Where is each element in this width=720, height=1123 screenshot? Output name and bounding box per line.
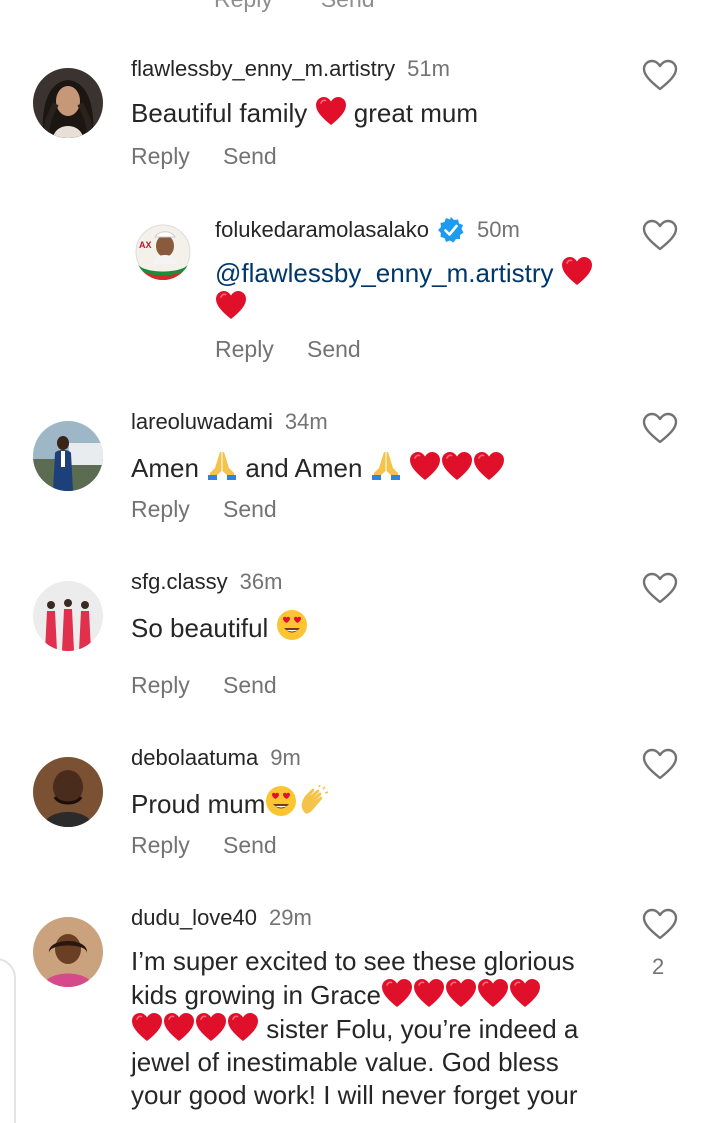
edge-panel-handle[interactable]	[0, 958, 16, 1123]
heart-outline-icon[interactable]	[642, 572, 678, 604]
comment-text-part: kids growing in Grace	[131, 980, 381, 1010]
comment-line: your good work! I will never forget your	[131, 1080, 578, 1110]
comment-line: kids growing in Grace	[131, 978, 631, 1012]
comment-actions: Reply Send	[131, 496, 277, 523]
reply-button[interactable]: Reply	[131, 832, 223, 859]
red-heart-emoji	[445, 978, 477, 1008]
reply-button[interactable]: Reply	[131, 672, 223, 699]
red-heart-emoji	[227, 1012, 259, 1042]
send-button[interactable]: Send	[307, 336, 361, 363]
heart-outline-icon[interactable]	[642, 412, 678, 444]
comment-actions: Reply Send	[131, 672, 277, 699]
username[interactable]: debolaatuma	[131, 745, 258, 771]
avatar[interactable]	[33, 757, 103, 827]
red-heart-emoji	[561, 256, 593, 286]
heart-outline-icon[interactable]	[642, 748, 678, 780]
username[interactable]: dudu_love40	[131, 905, 257, 931]
timestamp: 9m	[270, 745, 301, 770]
send-button[interactable]: Send	[223, 143, 277, 170]
red-heart-emoji	[409, 451, 441, 481]
avatar[interactable]	[33, 68, 103, 138]
timestamp: 36m	[239, 569, 283, 594]
heart-eyes-emoji	[276, 609, 308, 641]
comment-header: sfg.classy 36m	[131, 569, 282, 595]
verified-badge-icon	[438, 217, 464, 243]
comment-text: @flawlessby_enny_m.artistry	[215, 256, 635, 324]
avatar[interactable]	[33, 421, 103, 491]
comment-header: dudu_love40 29m	[131, 905, 312, 931]
comment-text-part: Beautiful family	[131, 98, 315, 128]
reply-button[interactable]: Reply	[214, 0, 273, 12]
comment-text-part: Proud mum	[131, 789, 266, 819]
heart-outline-icon[interactable]	[642, 908, 678, 940]
red-heart-emoji	[509, 978, 541, 1008]
comment-line: I’m super excited to see these glorious	[131, 946, 575, 976]
clapping-hands-emoji	[297, 785, 329, 817]
red-heart-emoji	[473, 451, 505, 481]
username[interactable]: flawlessby_enny_m.artistry	[131, 56, 395, 82]
timestamp: 51m	[407, 56, 450, 81]
send-button[interactable]: Send	[321, 0, 375, 12]
like-count: 2	[652, 954, 665, 979]
timestamp: 29m	[269, 905, 312, 930]
red-heart-emoji	[315, 96, 347, 126]
comment-text-part: great mum	[346, 98, 479, 128]
timestamp: 34m	[284, 409, 328, 434]
comment-actions: Reply Send	[215, 336, 361, 363]
avatar[interactable]: AX	[135, 224, 191, 280]
heart-outline-icon[interactable]	[642, 59, 678, 91]
comment-text: Proud mum	[131, 785, 329, 821]
comment-header: lareoluwadami 34m	[131, 409, 328, 435]
red-heart-emoji	[215, 290, 247, 320]
comment-header: debolaatuma 9m	[131, 745, 301, 771]
comment-text: So beautiful	[131, 609, 308, 645]
avatar[interactable]	[33, 917, 103, 987]
reply-button[interactable]: Reply	[131, 496, 223, 523]
comment-text: Amen and Amen	[131, 449, 505, 485]
red-heart-emoji	[195, 1012, 227, 1042]
previous-comment-actions: Reply Send	[214, 0, 423, 13]
reply-button[interactable]: Reply	[131, 143, 223, 170]
heart-eyes-emoji	[265, 785, 297, 817]
svg-text:AX: AX	[139, 240, 152, 250]
red-heart-emoji	[477, 978, 509, 1008]
folded-hands-emoji	[370, 449, 402, 481]
send-button[interactable]: Send	[223, 672, 277, 699]
comment-text-part: Amen	[131, 453, 207, 483]
comments-screen: ReplySend	[0, 0, 720, 1123]
folded-hands-emoji	[206, 449, 238, 481]
comment-text-part: sister Folu, you’re indeed a	[259, 1014, 579, 1044]
comment-header: flawlessby_enny_m.artistry 51m	[131, 56, 450, 82]
avatar[interactable]	[33, 581, 103, 651]
username[interactable]: folukedaramolasalako	[215, 217, 429, 243]
red-heart-emoji	[131, 1012, 163, 1042]
red-heart-emoji	[413, 978, 445, 1008]
comment-header: folukedaramolasalako 50m	[215, 216, 520, 244]
comment-actions: Reply Send	[131, 832, 277, 859]
comment-text: Beautiful family great mum	[131, 96, 478, 130]
heart-outline-icon[interactable]	[642, 219, 678, 251]
comment-line: jewel of inestimable value. God bless	[131, 1047, 559, 1077]
username[interactable]: sfg.classy	[131, 569, 228, 595]
comment-text: I’m super excited to see these glorious …	[131, 945, 631, 1112]
send-button[interactable]: Send	[223, 496, 277, 523]
username[interactable]: lareoluwadami	[131, 409, 273, 435]
comment-actions: Reply Send	[131, 143, 277, 170]
comment-line: sister Folu, you’re indeed a	[131, 1012, 631, 1046]
reply-button[interactable]: Reply	[215, 336, 307, 363]
red-heart-emoji	[441, 451, 473, 481]
red-heart-emoji	[381, 978, 413, 1008]
comment-text-part: and Amen	[238, 453, 370, 483]
timestamp: 50m	[477, 217, 520, 242]
mention-link[interactable]: @flawlessby_enny_m.artistry	[215, 258, 554, 288]
red-heart-emoji	[163, 1012, 195, 1042]
comment-text-part: So beautiful	[131, 613, 276, 643]
send-button[interactable]: Send	[223, 832, 277, 859]
